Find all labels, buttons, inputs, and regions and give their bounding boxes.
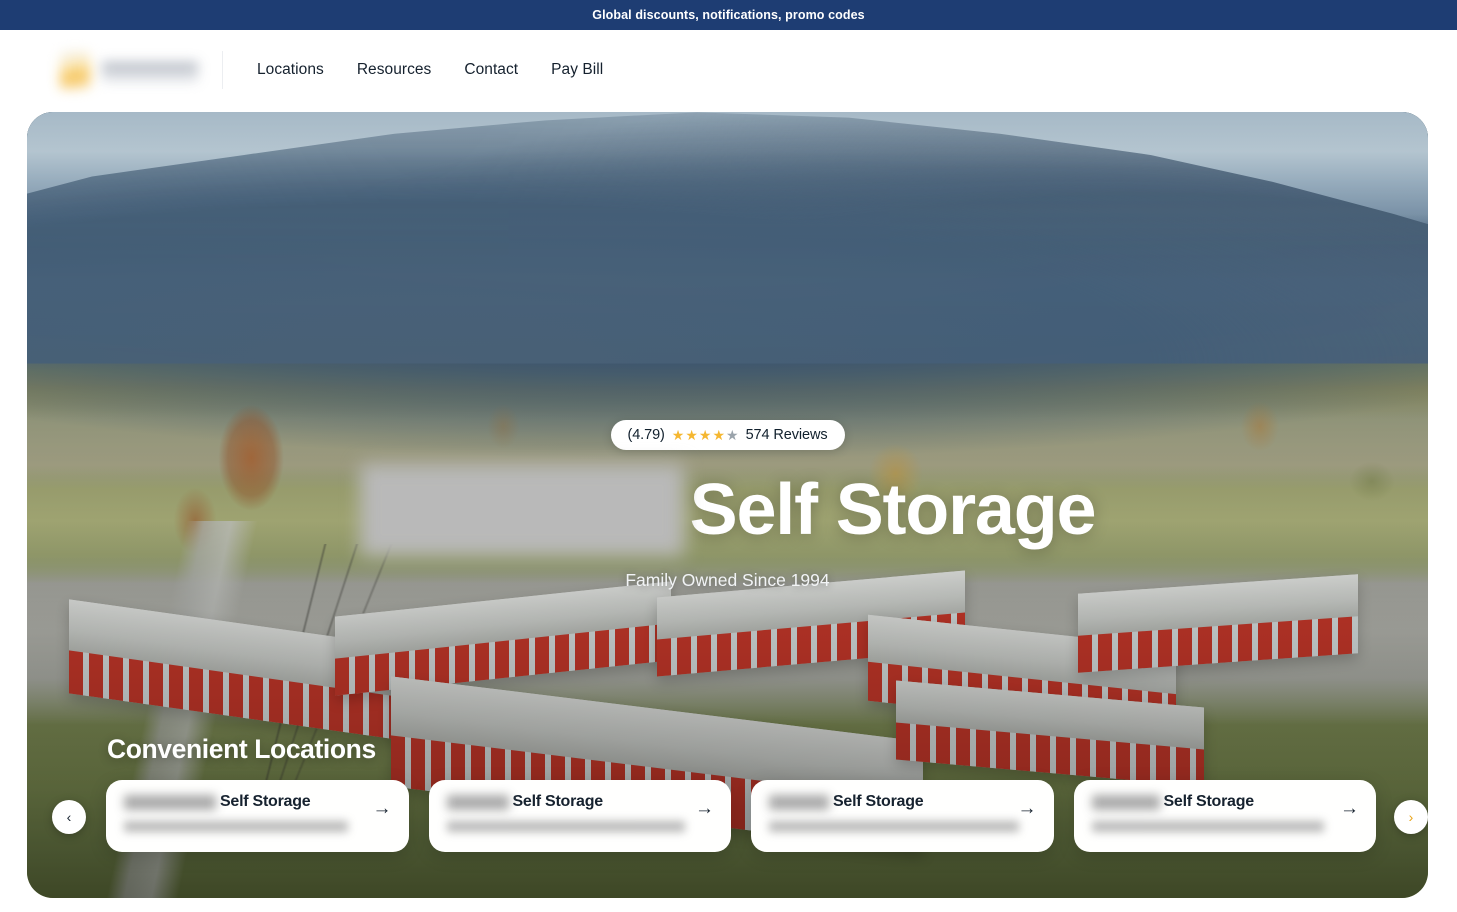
hero-title-row: Self Storage [27,464,1428,556]
nav-item-resources[interactable]: Resources [357,61,432,79]
nav-item-locations[interactable]: Locations [257,61,324,79]
star-icon: ★ [671,427,685,443]
page-title: Self Storage [689,470,1097,550]
location-card[interactable]: Self Storage → [751,780,1054,852]
locations-heading: Convenient Locations [107,734,376,764]
hero-section: (4.79) ★ ★ ★ ★ ★ 574 Reviews Self Storag… [27,112,1428,898]
location-name-redacted [1091,794,1160,810]
location-card-title: Self Storage [124,793,391,811]
carousel-prev-button[interactable]: ‹ [52,800,86,834]
location-address-redacted [1091,821,1324,832]
location-card[interactable]: Self Storage → [428,780,731,852]
nav-item-contact[interactable]: Contact [464,61,518,79]
rating-badge: (4.79) ★ ★ ★ ★ ★ 574 Reviews [610,420,845,450]
star-icon: ★ [685,427,698,443]
location-card-title: Self Storage [446,793,714,811]
location-card[interactable]: Self Storage → [106,780,409,852]
location-address-redacted [446,821,685,832]
location-name-redacted [446,794,509,810]
promo-banner-text: Global discounts, notifications, promo c… [592,8,865,22]
location-name-suffix: Self Storage [833,793,924,810]
rating-score: (4.79) [627,427,665,443]
main-navigation: Locations Resources Contact Pay Bill [257,61,603,79]
site-header: Locations Resources Contact Pay Bill [0,30,1457,110]
locations-carousel: Self Storage → Self Storage → Self Stora… [106,780,1376,852]
arrow-right-icon[interactable]: → [695,799,714,818]
rating-review-count: 574 Reviews [745,427,828,443]
star-icon: ★ [698,427,712,443]
location-name-suffix: Self Storage [220,793,311,810]
hero-subtitle: Family Owned Since 1994 [625,570,830,590]
rating-stars: ★ ★ ★ ★ ★ [672,428,739,442]
hero-brand-name-redacted [359,464,684,556]
logo-mark-icon [60,51,90,89]
location-name-suffix: Self Storage [512,793,604,810]
location-card-title: Self Storage [769,793,1036,811]
location-address-redacted [124,821,348,832]
nav-item-pay-bill[interactable]: Pay Bill [551,61,603,79]
star-icon-empty: ★ [726,427,739,443]
arrow-right-icon[interactable]: → [373,799,392,818]
location-name-redacted [124,794,216,810]
arrow-right-icon[interactable]: → [1340,799,1359,818]
carousel-next-button[interactable]: › [1394,800,1428,834]
location-card[interactable]: Self Storage → [1073,780,1376,852]
arrow-right-icon[interactable]: → [1018,799,1037,818]
location-card-title: Self Storage [1091,793,1359,811]
location-name-suffix: Self Storage [1163,793,1255,810]
location-address-redacted [769,821,1019,832]
star-icon: ★ [712,427,726,443]
location-name-redacted [769,794,829,810]
brand-logo[interactable] [60,47,208,93]
logo-wordmark [102,57,198,83]
header-divider [222,51,223,89]
promo-banner: Global discounts, notifications, promo c… [0,0,1457,30]
